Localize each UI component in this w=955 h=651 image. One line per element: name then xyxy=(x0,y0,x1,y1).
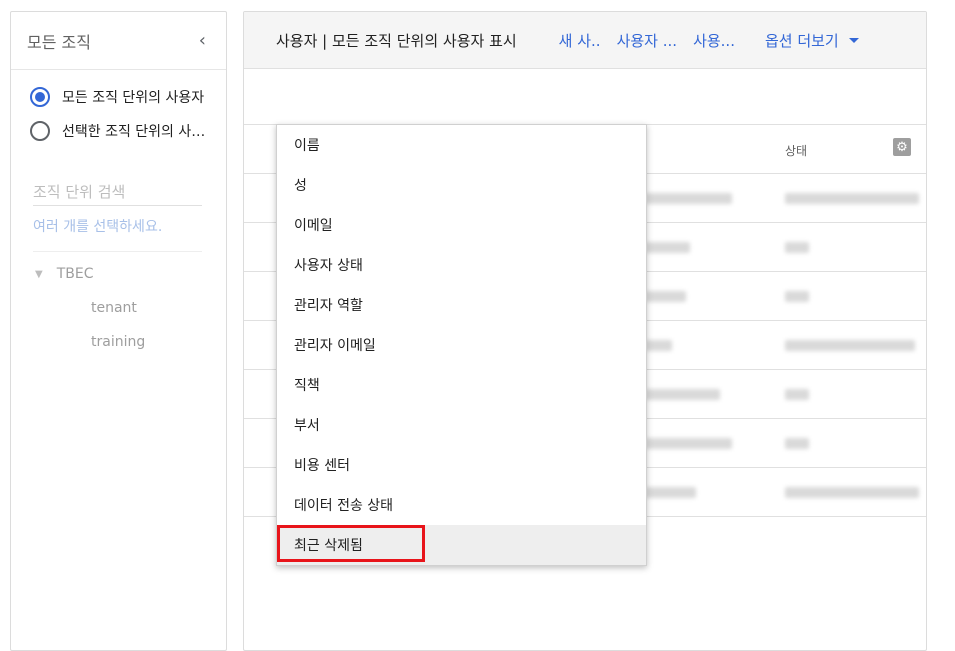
org-sidebar: 모든 조직 ‹ 모든 조직 단위의 사용자 선택한 조직 단위의 사… 조직 단… xyxy=(10,11,227,651)
menu-item-department[interactable]: 부서 xyxy=(277,405,646,445)
org-sidebar-header: 모든 조직 ‹ xyxy=(11,12,226,70)
tree-node-tenant[interactable]: tenant xyxy=(11,300,226,316)
page-title: 사용자 | 모든 조직 단위의 사용자 표시 xyxy=(276,31,517,50)
menu-item-admin-email[interactable]: 관리자 이메일 xyxy=(277,325,646,365)
status-column-header[interactable]: 상태 xyxy=(785,142,807,159)
blurred-email xyxy=(646,389,720,400)
blurred-status xyxy=(785,291,809,302)
tree-root-node[interactable]: ▼ TBEC xyxy=(11,266,226,282)
gear-icon[interactable]: ⚙ xyxy=(893,138,911,156)
blurred-status xyxy=(785,438,809,449)
menu-item-user-status[interactable]: 사용자 상태 xyxy=(277,245,646,285)
column-options-menu: 이름 성 이메일 사용자 상태 관리자 역할 관리자 이메일 직책 부서 비용 … xyxy=(276,124,647,566)
menu-item-job-title[interactable]: 직책 xyxy=(277,365,646,405)
org-sidebar-title: 모든 조직 xyxy=(27,32,91,52)
blurred-status xyxy=(785,389,809,400)
tree-root-label: TBEC xyxy=(56,266,94,282)
more-options-label: 옵션 더보기 xyxy=(764,31,839,50)
user-action-link[interactable]: 사용... xyxy=(693,30,735,51)
blurred-email xyxy=(646,291,686,302)
menu-item-cost-center[interactable]: 비용 센터 xyxy=(277,445,646,485)
select-multiple-link[interactable]: 여러 개를 선택하세요. xyxy=(33,216,202,252)
more-options-button[interactable]: 옵션 더보기 xyxy=(765,30,859,51)
radio-label: 모든 조직 단위의 사용자 xyxy=(62,90,205,106)
radio-label: 선택한 조직 단위의 사… xyxy=(62,124,206,140)
menu-item-last-name[interactable]: 성 xyxy=(277,165,646,205)
radio-button[interactable] xyxy=(30,87,50,107)
blurred-email xyxy=(646,438,732,449)
radio-button[interactable] xyxy=(30,121,50,141)
blurred-status xyxy=(785,193,919,204)
org-search-input[interactable]: 조직 단위 검색 xyxy=(33,178,202,206)
users-toolbar: 사용자 | 모든 조직 단위의 사용자 표시 새 사.. 사용자 ... 사용.… xyxy=(244,12,926,69)
add-user-link[interactable]: 새 사.. xyxy=(559,30,601,51)
blurred-status xyxy=(785,487,919,498)
blurred-status xyxy=(785,340,915,351)
menu-item-name[interactable]: 이름 xyxy=(277,125,646,165)
menu-item-recently-deleted[interactable]: 최근 삭제됨 xyxy=(277,525,646,565)
caret-down-icon[interactable]: ▼ xyxy=(35,269,43,280)
chevron-left-icon[interactable]: ‹ xyxy=(199,30,206,51)
blurred-status xyxy=(785,242,809,253)
radio-all-org-units[interactable]: 모든 조직 단위의 사용자 xyxy=(11,80,226,114)
filter-bar[interactable] xyxy=(244,69,926,125)
blurred-email xyxy=(646,340,672,351)
menu-item-data-transfer-status[interactable]: 데이터 전송 상태 xyxy=(277,485,646,525)
radio-selected-org-units[interactable]: 선택한 조직 단위의 사… xyxy=(11,114,226,148)
menu-item-admin-role[interactable]: 관리자 역할 xyxy=(277,285,646,325)
bulk-user-link[interactable]: 사용자 ... xyxy=(617,30,677,51)
blurred-email xyxy=(646,487,696,498)
menu-item-email[interactable]: 이메일 xyxy=(277,205,646,245)
caret-down-icon xyxy=(848,37,859,43)
tree-node-training[interactable]: training xyxy=(11,334,226,350)
blurred-email xyxy=(646,242,690,253)
blurred-email xyxy=(646,193,732,204)
